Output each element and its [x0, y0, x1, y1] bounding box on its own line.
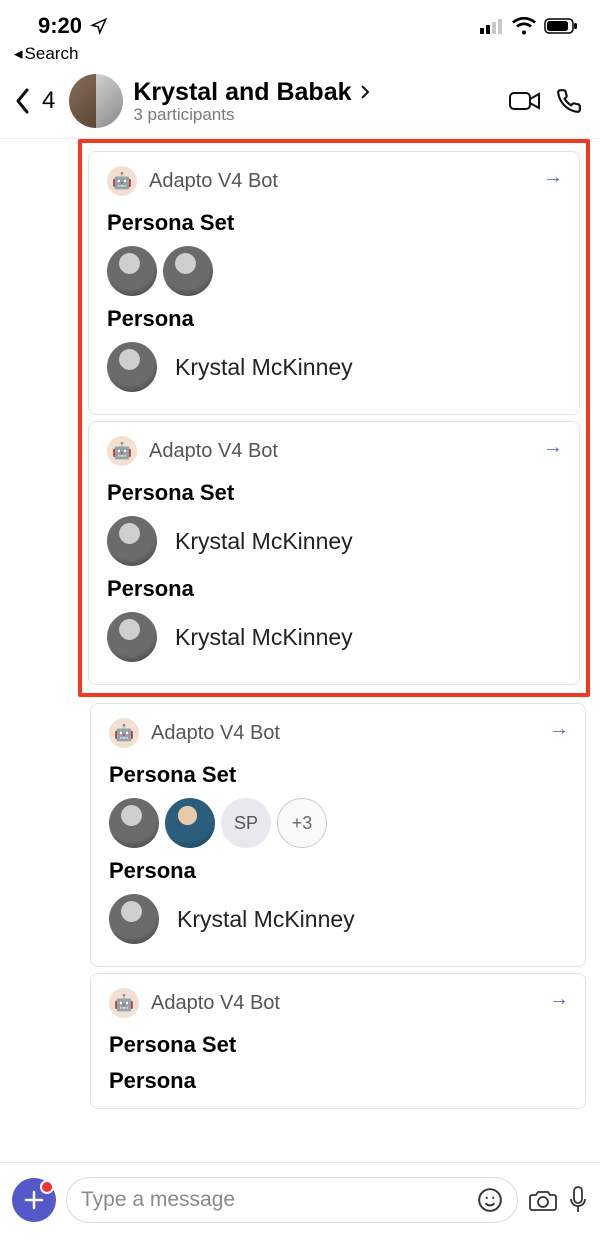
back-app-label: Search [25, 44, 79, 64]
back-chevron-icon[interactable] [14, 87, 32, 115]
status-bar: 9:20 [0, 0, 600, 44]
bot-name: Adapto V4 Bot [149, 440, 278, 463]
bot-card[interactable]: 🤖 Adapto V4 Bot → Persona Set Persona [90, 973, 586, 1109]
persona-row[interactable]: Krystal McKinney [107, 612, 561, 662]
persona-set-avatars: SP +3 [109, 798, 567, 848]
bot-card[interactable]: 🤖 Adapto V4 Bot → Persona Set SP +3 Pers… [90, 703, 586, 967]
avatar [109, 894, 159, 944]
avatar [107, 516, 157, 566]
persona-row[interactable]: Krystal McKinney [109, 894, 567, 944]
persona-set-label: Persona Set [109, 1032, 567, 1058]
back-caret-icon: ◂ [14, 44, 23, 64]
video-call-button[interactable] [508, 89, 542, 113]
wifi-icon [512, 17, 536, 35]
chat-title: Krystal and Babak [133, 78, 351, 107]
chat-subtitle: 3 participants [133, 105, 498, 125]
highlight-annotation: 🤖 Adapto V4 Bot → Persona Set Persona Kr… [78, 139, 590, 697]
message-input-wrap[interactable] [66, 1177, 518, 1223]
avatar [107, 612, 157, 662]
cell-signal-icon [480, 18, 504, 34]
audio-call-button[interactable] [552, 88, 586, 114]
bot-avatar-icon: 🤖 [109, 988, 139, 1018]
bot-name: Adapto V4 Bot [151, 722, 280, 745]
status-time: 9:20 [38, 13, 82, 39]
persona-name: Krystal McKinney [177, 906, 355, 933]
camera-icon[interactable] [528, 1187, 558, 1213]
avatar [107, 342, 157, 392]
avatar[interactable] [109, 798, 159, 848]
chat-avatar[interactable] [69, 74, 123, 128]
location-arrow-icon [90, 17, 108, 35]
messages-list[interactable]: 🤖 Adapto V4 Bot → Persona Set Persona Kr… [0, 139, 600, 1195]
bot-avatar-icon: 🤖 [107, 166, 137, 196]
more-avatars-button[interactable]: +3 [277, 798, 327, 848]
avatar[interactable] [163, 246, 213, 296]
bot-card[interactable]: 🤖 Adapto V4 Bot → Persona Set Krystal Mc… [88, 421, 580, 685]
emoji-icon[interactable] [477, 1187, 503, 1213]
chat-title-block[interactable]: Krystal and Babak 3 participants [133, 78, 498, 125]
persona-set-label: Persona Set [107, 480, 561, 506]
persona-name: Krystal McKinney [175, 624, 353, 651]
add-button[interactable] [12, 1178, 56, 1222]
bot-name: Adapto V4 Bot [149, 170, 278, 193]
message-input[interactable] [81, 1188, 467, 1212]
persona-name: Krystal McKinney [175, 354, 353, 381]
persona-label: Persona [107, 576, 561, 602]
bot-avatar-icon: 🤖 [107, 436, 137, 466]
persona-label: Persona [109, 858, 567, 884]
open-arrow-icon[interactable]: → [549, 988, 569, 1011]
bot-avatar-icon: 🤖 [109, 718, 139, 748]
persona-set-avatars [107, 246, 561, 296]
avatar[interactable] [107, 246, 157, 296]
avatar[interactable] [165, 798, 215, 848]
persona-set-row[interactable]: Krystal McKinney [107, 516, 561, 566]
bot-name: Adapto V4 Bot [151, 992, 280, 1015]
back-to-app[interactable]: ◂ Search [0, 44, 600, 68]
chat-header: 4 Krystal and Babak 3 participants [0, 68, 600, 139]
battery-icon [544, 18, 578, 34]
persona-label: Persona [107, 306, 561, 332]
open-arrow-icon[interactable]: → [543, 436, 563, 459]
persona-set-label: Persona Set [107, 210, 561, 236]
bot-card[interactable]: 🤖 Adapto V4 Bot → Persona Set Persona Kr… [88, 151, 580, 415]
chevron-right-icon [360, 84, 370, 100]
unread-count: 4 [42, 87, 55, 115]
composer [0, 1162, 600, 1247]
open-arrow-icon[interactable]: → [549, 718, 569, 741]
persona-row[interactable]: Krystal McKinney [107, 342, 561, 392]
open-arrow-icon[interactable]: → [543, 166, 563, 189]
persona-label: Persona [109, 1068, 567, 1094]
mic-icon[interactable] [568, 1185, 588, 1215]
persona-set-label: Persona Set [109, 762, 567, 788]
initials-avatar[interactable]: SP [221, 798, 271, 848]
persona-name: Krystal McKinney [175, 528, 353, 555]
